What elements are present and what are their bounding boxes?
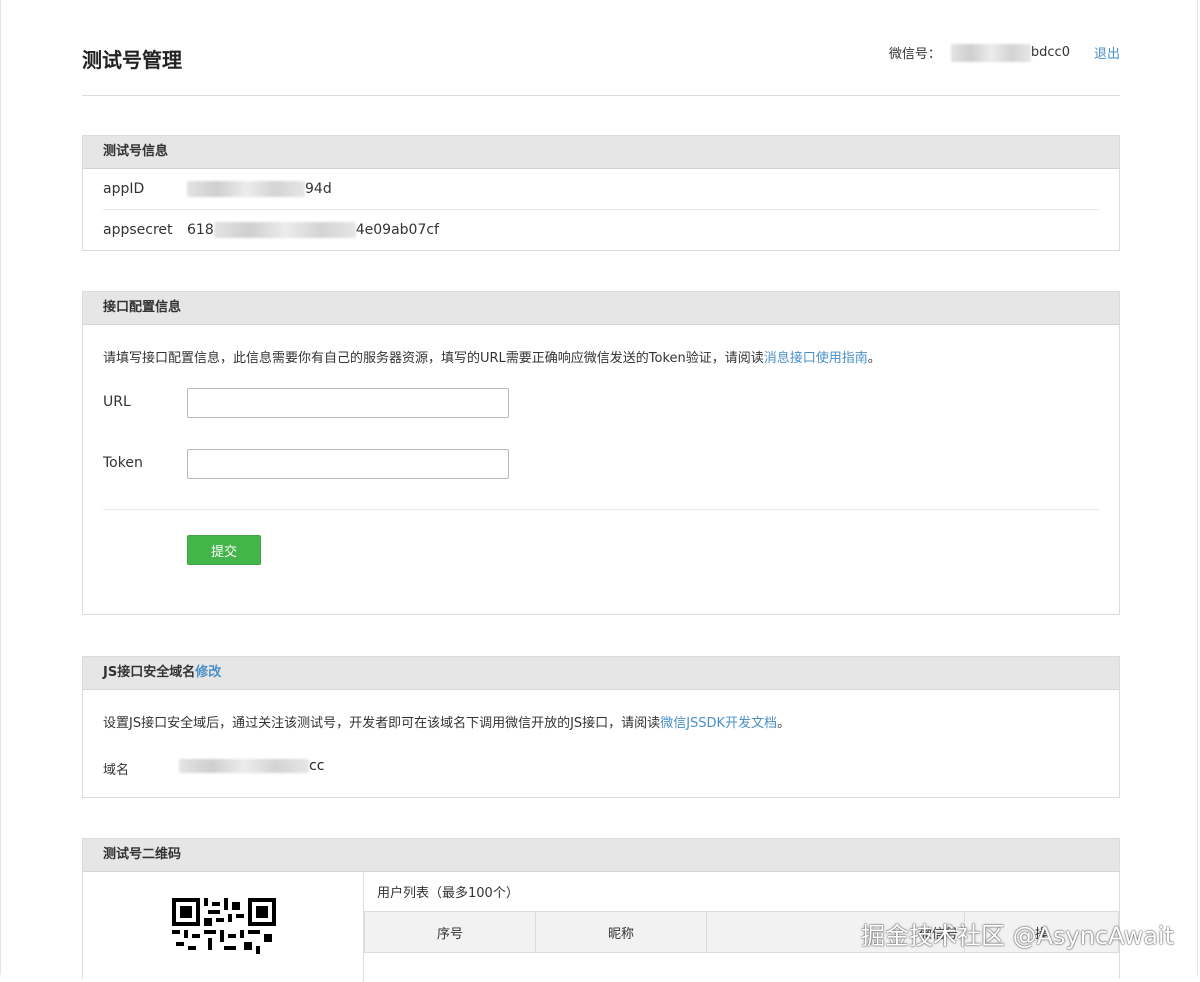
token-input[interactable] (187, 449, 509, 479)
domain-value: cc (179, 758, 324, 774)
qrcode-image (172, 898, 276, 958)
redacted-domain (179, 759, 309, 773)
main-container: 测试号管理 微信号： bdcc0 退出 测试号信息 appID 94d apps… (82, 0, 1120, 982)
column-header-index: 序号 (364, 911, 536, 953)
submit-button[interactable]: 提交 (187, 535, 261, 565)
panel-title: 测试号二维码 (83, 839, 1119, 872)
page-title: 测试号管理 (82, 48, 182, 72)
js-domain-description: 设置JS接口安全域后，通过关注该测试号，开发者即可在该域名下调用微信开放的JS接… (103, 712, 790, 731)
logout-link[interactable]: 退出 (1094, 43, 1120, 62)
redacted-account-id (950, 43, 1031, 62)
url-input[interactable] (187, 388, 509, 418)
account-suffix: bdcc0 (1030, 45, 1070, 60)
qrcode-panel: 测试号二维码 用户列表（最多100个） 序号 昵称 微信号 操 (82, 838, 1120, 982)
url-label: URL (103, 394, 131, 410)
appid-suffix: 94d (305, 181, 332, 197)
api-config-panel: 接口配置信息 请填写接口配置信息，此信息需要你有自己的服务器资源，填写的URL需… (82, 291, 1120, 615)
js-domain-title: JS接口安全域名 (103, 665, 196, 680)
appsecret-label: appsecret (103, 222, 173, 238)
redacted-appid (187, 181, 305, 197)
appsecret-prefix: 618 (187, 222, 214, 238)
js-domain-panel: JS接口安全域名修改 设置JS接口安全域后，通过关注该测试号，开发者即可在该域名… (82, 656, 1120, 798)
redacted-appsecret (213, 222, 356, 238)
appid-label: appID (103, 181, 145, 197)
appsecret-value: 618 4e09ab07cf (187, 210, 439, 250)
column-header-nickname: 昵称 (535, 911, 707, 953)
domain-suffix: cc (309, 758, 325, 774)
description-end: 。 (867, 351, 881, 366)
watermark: 掘金技术社区 @AsyncAwait (860, 922, 1174, 950)
description-text: 设置JS接口安全域后，通过关注该测试号，开发者即可在该域名下调用微信开放的JS接… (103, 716, 661, 731)
description-text: 请填写接口配置信息，此信息需要你有自己的服务器资源，填写的URL需要正确响应微信… (103, 351, 764, 366)
panel-title: 测试号信息 (83, 136, 1119, 169)
appsecret-suffix: 4e09ab07cf (355, 222, 439, 238)
appsecret-row: appsecret 618 4e09ab07cf (103, 209, 1099, 250)
api-config-description: 请填写接口配置信息，此信息需要你有自己的服务器资源，填写的URL需要正确响应微信… (103, 347, 881, 366)
account-label: 微信号： (888, 47, 941, 62)
panel-title: JS接口安全域名修改 (83, 657, 1119, 690)
user-list-title: 用户列表（最多100个） (377, 886, 519, 901)
description-end: 。 (777, 716, 791, 731)
token-label: Token (103, 455, 143, 471)
test-account-info-panel: 测试号信息 appID 94d appsecret 618 4e09ab07cf (82, 135, 1120, 251)
domain-label: 域名 (103, 763, 130, 778)
appid-value: 94d (187, 169, 332, 209)
appid-row: appID 94d (103, 169, 1099, 209)
message-api-guide-link[interactable]: 消息接口使用指南 (764, 351, 868, 366)
qrcode-icon (172, 898, 276, 958)
panel-title: 接口配置信息 (83, 292, 1119, 325)
account-info: 微信号： bdcc0 退出 (889, 43, 1120, 62)
form-divider (103, 509, 1099, 510)
edit-domain-link[interactable]: 修改 (195, 665, 221, 680)
page-header: 测试号管理 微信号： bdcc0 退出 (82, 0, 1120, 96)
jssdk-docs-link[interactable]: 微信JSSDK开发文档 (660, 716, 777, 731)
